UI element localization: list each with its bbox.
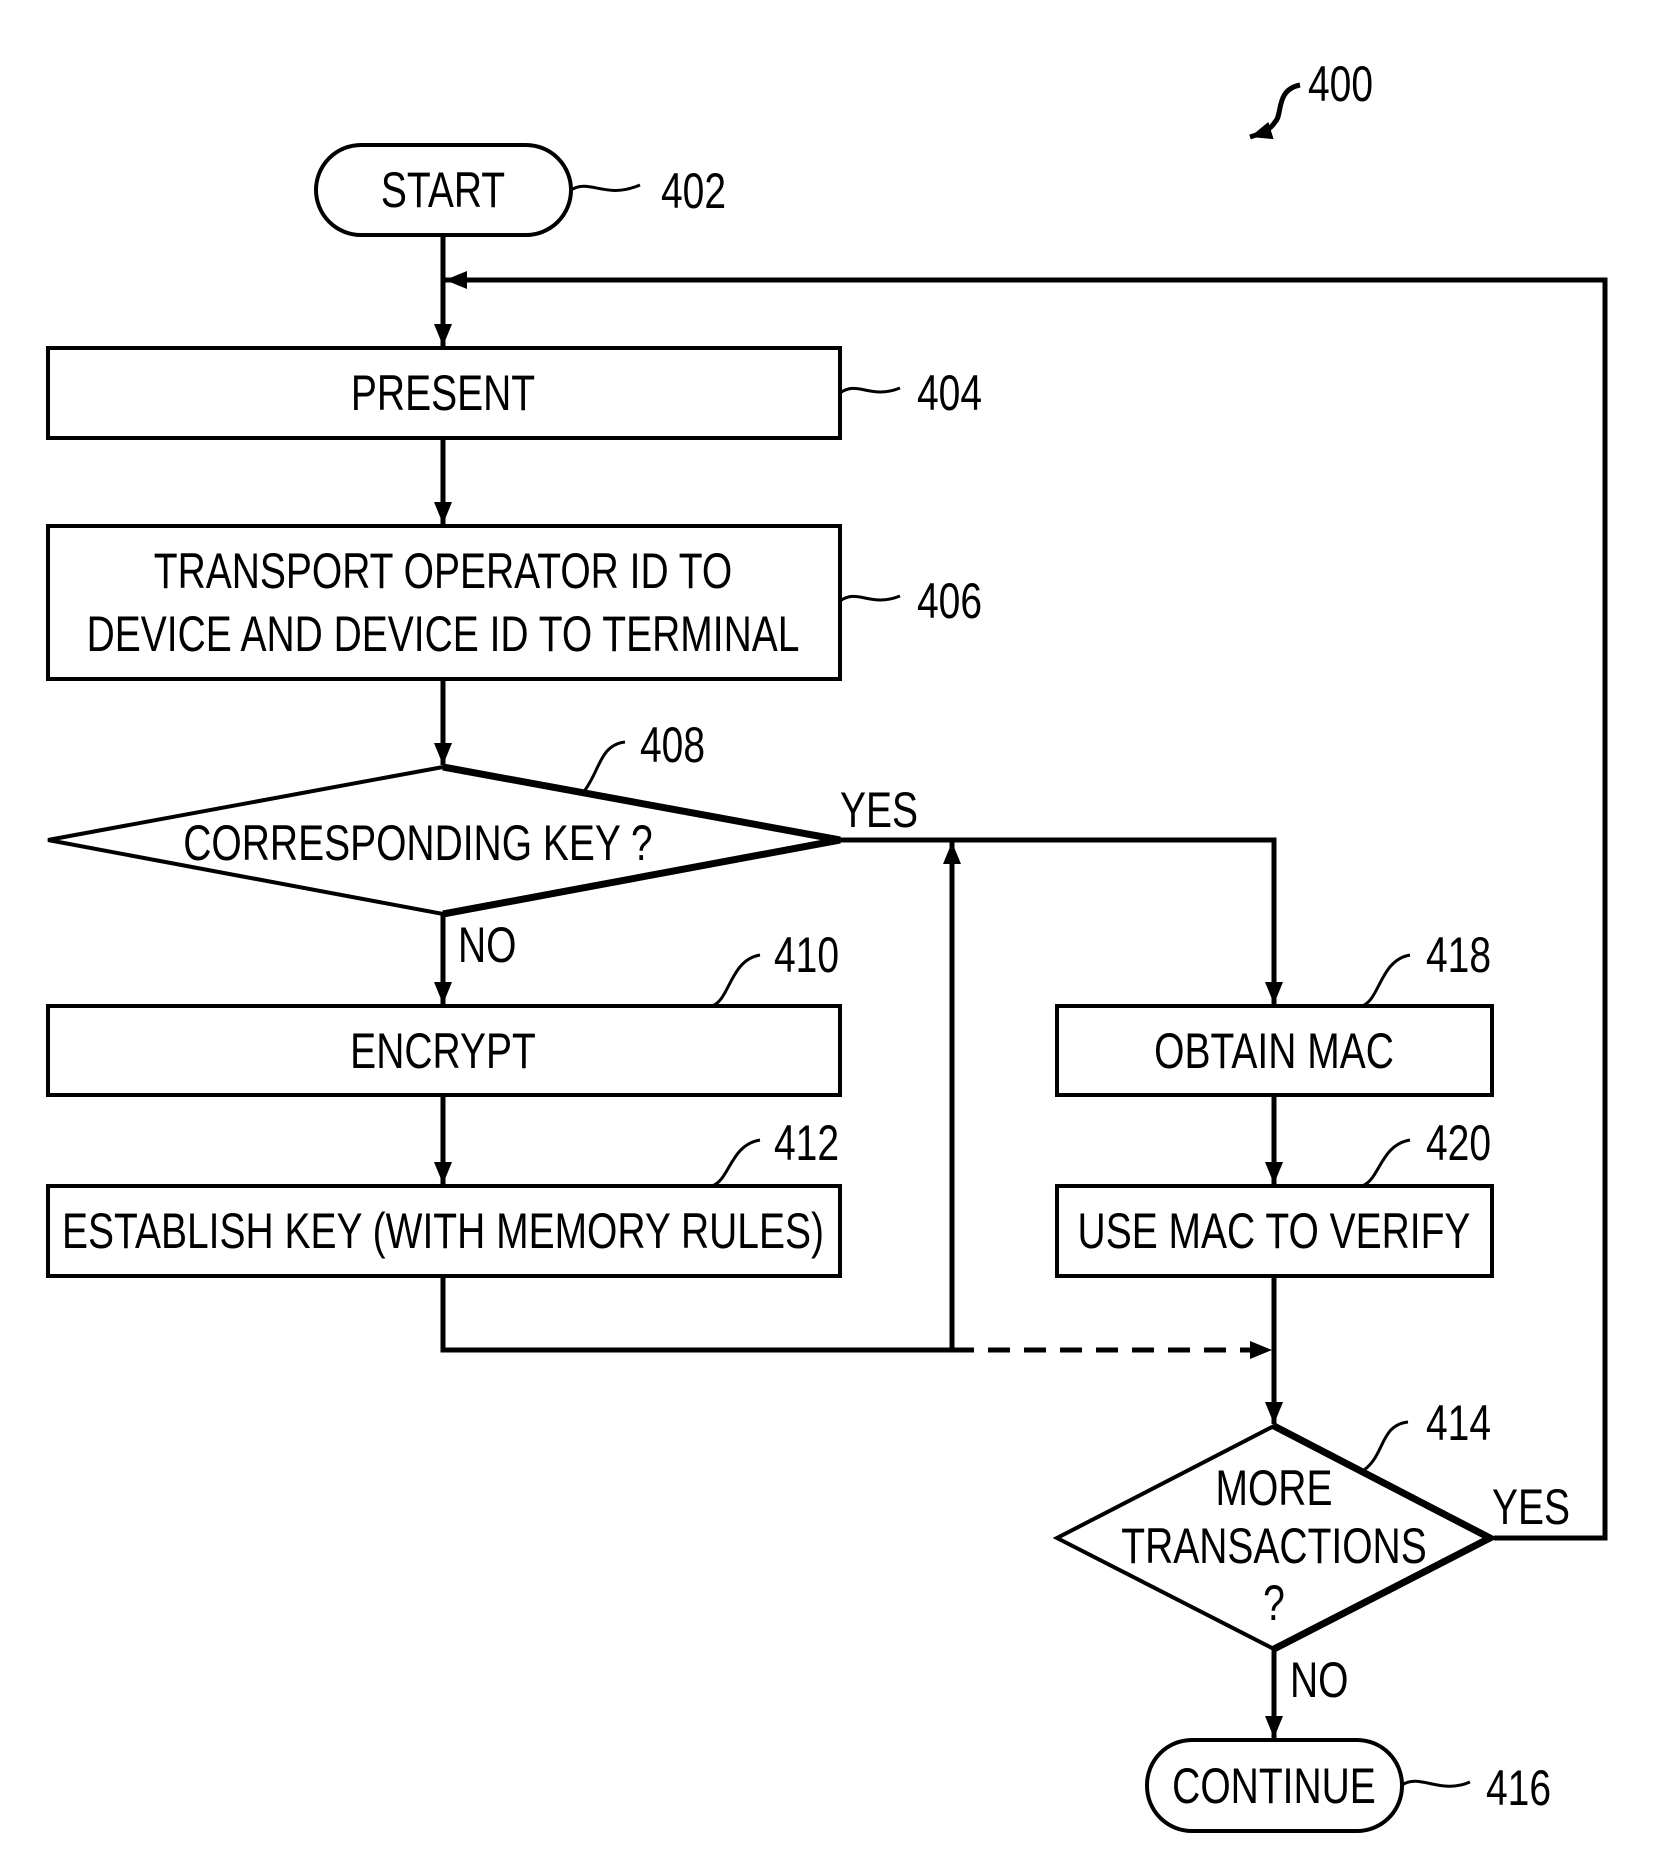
more-decision-label-line2: TRANSACTIONS <box>1121 1517 1426 1574</box>
node-present: PRESENT 404 <box>46 346 982 440</box>
encrypt-label: ENCRYPT <box>350 1022 536 1079</box>
arrow-key-yes-to-obtain-mac <box>840 837 1283 1004</box>
ref-leader-408 <box>583 740 626 791</box>
obtain-mac-label: OBTAIN MAC <box>1154 1022 1394 1079</box>
ref-406: 406 <box>917 572 982 629</box>
node-start: START 402 <box>314 143 726 237</box>
ref-418: 418 <box>1426 926 1491 983</box>
flowchart-400: 400 START 402 PRESENT 404 TRANSPORT OPER… <box>46 55 1608 1833</box>
establish-label: ESTABLISH KEY (WITH MEMORY RULES) <box>62 1202 824 1259</box>
key-decision-label: CORRESPONDING KEY ? <box>183 814 652 871</box>
transport-label-line2: DEVICE AND DEVICE ID TO TERMINAL <box>87 605 800 662</box>
transport-label-line1: TRANSPORT OPERATOR ID TO <box>154 542 732 599</box>
ref-420: 420 <box>1426 1114 1491 1171</box>
start-label: START <box>381 161 505 218</box>
ref-410: 410 <box>774 926 839 983</box>
ref-leader-404 <box>839 386 901 395</box>
continue-label: CONTINUE <box>1172 1757 1376 1814</box>
use-mac-label: USE MAC TO VERIFY <box>1078 1202 1471 1259</box>
more-decision-no-label: NO <box>1290 1651 1348 1708</box>
ref-leader-410 <box>711 953 761 1008</box>
ref-412: 412 <box>774 1114 839 1171</box>
figure-pointer-arrow <box>1249 82 1301 140</box>
ref-leader-412 <box>711 1138 761 1188</box>
ref-414: 414 <box>1426 1394 1491 1451</box>
ref-416: 416 <box>1486 1759 1551 1816</box>
figure-number-label: 400 <box>1308 55 1373 112</box>
ref-leader-418 <box>1361 953 1411 1008</box>
ref-402: 402 <box>661 162 726 219</box>
ref-404: 404 <box>917 364 982 421</box>
ref-leader-406 <box>839 594 901 603</box>
ref-408: 408 <box>640 716 705 773</box>
node-continue: CONTINUE 416 <box>1145 1738 1551 1833</box>
more-decision-yes-label: YES <box>1492 1478 1570 1535</box>
more-decision-label-line3: ? <box>1263 1574 1285 1631</box>
ref-leader-420 <box>1361 1138 1411 1188</box>
ref-leader-414 <box>1363 1420 1409 1472</box>
key-decision-no-label: NO <box>458 916 516 973</box>
ref-leader-402 <box>570 183 641 192</box>
node-more-decision: MORE TRANSACTIONS ? 414 YES NO <box>1052 1394 1570 1708</box>
key-decision-yes-label: YES <box>840 781 918 838</box>
more-decision-label-line1: MORE <box>1216 1459 1333 1516</box>
line-establish-return <box>440 1276 952 1353</box>
ref-leader-416 <box>1401 1779 1471 1788</box>
node-transport: TRANSPORT OPERATOR ID TO DEVICE AND DEVI… <box>46 524 982 681</box>
figure-number: 400 <box>1249 55 1373 140</box>
present-label: PRESENT <box>351 364 535 421</box>
